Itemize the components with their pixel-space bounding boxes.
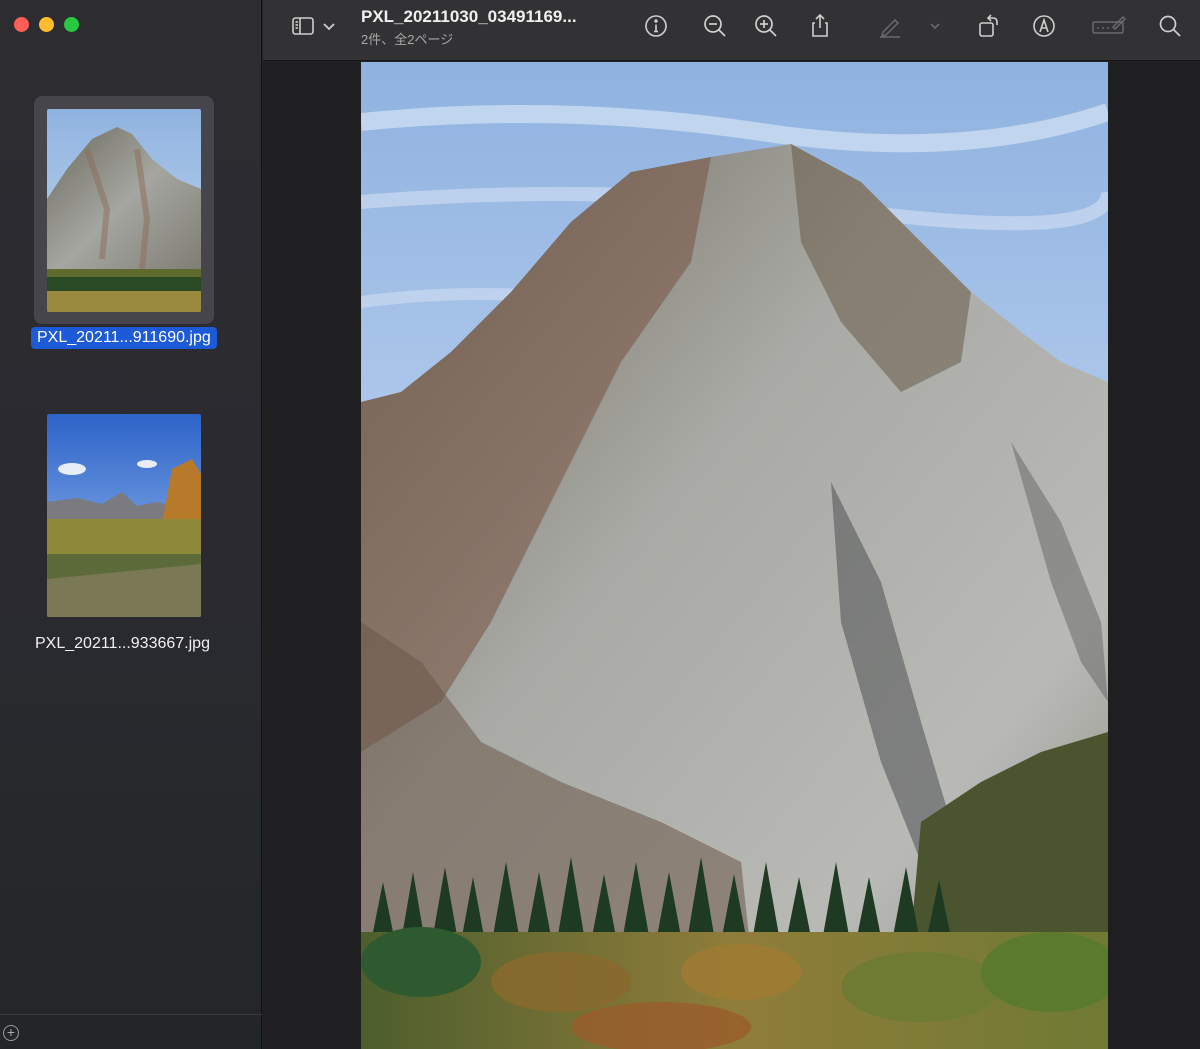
document-title: PXL_20211030_03491169...	[361, 7, 577, 26]
chevron-down-icon[interactable]	[321, 12, 337, 40]
thumbnail-2[interactable]	[47, 414, 201, 617]
chevron-down-icon[interactable]	[927, 12, 943, 40]
thumbnail-1-image	[47, 109, 201, 312]
mountain-photo	[361, 62, 1108, 1049]
close-button[interactable]	[14, 17, 29, 32]
markup-icon[interactable]	[1030, 12, 1058, 40]
rotate-icon[interactable]	[975, 12, 1003, 40]
toolbar: PXL_20211030_03491169... 2件、全2ページ	[263, 0, 1200, 61]
minimize-button[interactable]	[39, 17, 54, 32]
share-icon[interactable]	[806, 12, 834, 40]
sidebar-icon[interactable]	[289, 12, 317, 40]
thumbnail-label[interactable]: PXL_20211...933667.jpg	[29, 633, 216, 655]
search-icon[interactable]	[1156, 12, 1184, 40]
form-fill-icon[interactable]	[1091, 12, 1127, 40]
sidebar: PXL_20211...911690.jpg PXL_20211...93366…	[0, 0, 262, 1049]
document-view[interactable]	[263, 62, 1200, 1049]
thumbnail-1[interactable]	[47, 109, 201, 312]
document-subtitle: 2件、全2ページ	[361, 32, 454, 47]
window-controls	[14, 17, 79, 32]
highlight-pen-icon[interactable]	[876, 12, 904, 40]
zoom-button[interactable]	[64, 17, 79, 32]
sidebar-footer: +	[0, 1014, 262, 1049]
zoom-in-icon[interactable]	[752, 12, 780, 40]
info-icon[interactable]	[642, 12, 670, 40]
zoom-out-icon[interactable]	[701, 12, 729, 40]
add-icon[interactable]: +	[3, 1025, 19, 1041]
thumbnail-2-image	[47, 414, 201, 617]
thumbnail-label[interactable]: PXL_20211...911690.jpg	[31, 327, 217, 349]
